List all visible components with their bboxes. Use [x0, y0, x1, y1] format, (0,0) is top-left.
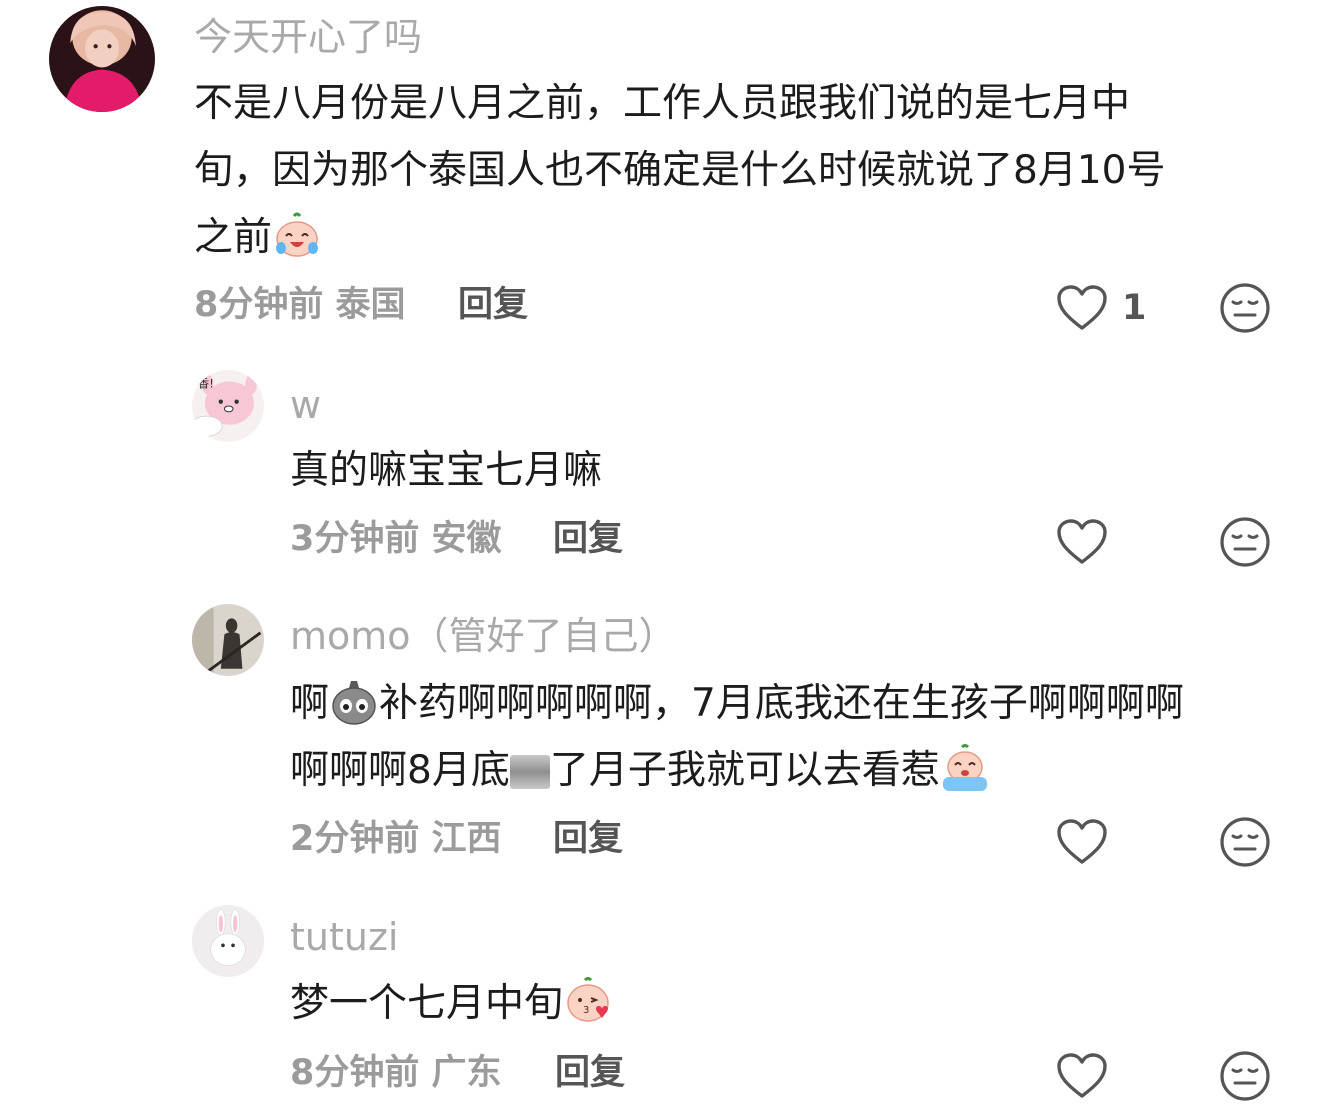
blowing-kiss-emoji-icon: 3	[567, 977, 609, 1022]
neutral-face-icon[interactable]	[1219, 816, 1271, 868]
comment-text-line: 梦一个七月中旬 3	[290, 970, 1270, 1037]
comment-text: 啊 补药啊啊啊啊啊，7月底我还在生孩子啊啊啊啊 啊啊啊8月底 了月子我就可以去看惹	[290, 670, 1270, 804]
reply-button[interactable]: 回复	[555, 1056, 625, 1091]
comment-location: 泰国	[335, 285, 406, 325]
username[interactable]: tutuzi	[290, 918, 398, 956]
like-button[interactable]	[1056, 1052, 1108, 1100]
comment-meta: 2分钟前 江西	[290, 822, 502, 857]
comment-time: 3分钟前	[290, 519, 420, 559]
svg-text:3: 3	[583, 1005, 589, 1016]
comment-text-line: 之前	[194, 204, 1274, 271]
comment-text: 不是八月份是八月之前，工作人员跟我们说的是七月中 旬，因为那个泰国人也不确定是什…	[194, 70, 1274, 271]
reply-button[interactable]: 回复	[553, 522, 623, 557]
comment-text-line: 啊 补药啊啊啊啊啊，7月底我还在生孩子啊啊啊啊	[290, 670, 1270, 737]
like-count: 1	[1122, 288, 1147, 328]
comment-text-fragment: 之前	[194, 215, 273, 260]
comment-meta: 8分钟前 泰国	[194, 288, 406, 323]
neutral-face-icon[interactable]	[1219, 1050, 1271, 1102]
comment-text-line: 啊啊啊8月底 了月子我就可以去看惹	[290, 737, 1270, 804]
username[interactable]: momo（管好了自己）	[290, 617, 677, 655]
comment-location: 广东	[431, 1053, 502, 1093]
avatar[interactable]	[192, 604, 264, 676]
comment-text-fragment: 了月子我就可以去看惹	[549, 748, 940, 793]
censored-character	[509, 755, 550, 789]
comment-text-line: 真的嘛宝宝七月嘛	[290, 448, 603, 493]
like-button[interactable]: 1	[1056, 284, 1146, 332]
heart-outline-icon	[1057, 1053, 1107, 1098]
heart-outline-icon	[1057, 819, 1107, 864]
reply-button[interactable]: 回复	[458, 288, 528, 323]
comment-text-fragment: 啊	[290, 681, 330, 726]
neutral-face-icon[interactable]	[1219, 282, 1271, 334]
pill-emoji-icon	[332, 681, 376, 725]
svg-text:香!: 香!	[198, 376, 214, 390]
avatar[interactable]: 香!	[192, 370, 264, 442]
username[interactable]: 今天开心了吗	[194, 18, 422, 56]
comment-meta: 3分钟前 安徽	[290, 522, 502, 557]
crying-face-emoji-icon	[942, 744, 987, 791]
avatar[interactable]	[49, 6, 155, 112]
heart-outline-icon	[1057, 519, 1107, 564]
comment-text-line: 旬，因为那个泰国人也不确定是什么时候就说了8月10号	[194, 148, 1166, 193]
comment-text-line: 不是八月份是八月之前，工作人员跟我们说的是七月中	[194, 81, 1131, 126]
comment-text-fragment: 啊啊啊8月底	[290, 748, 510, 793]
heart-outline-icon	[1057, 285, 1107, 330]
comment-text: 梦一个七月中旬 3	[290, 970, 1270, 1037]
comment-location: 安徽	[431, 519, 502, 559]
comment-text: 真的嘛宝宝七月嘛	[290, 437, 1270, 504]
reply-button[interactable]: 回复	[553, 822, 623, 857]
crying-laughing-emoji-icon	[276, 212, 319, 257]
neutral-face-icon[interactable]	[1219, 516, 1271, 568]
comment-location: 江西	[431, 819, 502, 859]
avatar[interactable]	[192, 905, 264, 977]
like-button[interactable]	[1056, 518, 1108, 566]
like-button[interactable]	[1056, 818, 1108, 866]
username[interactable]: w	[290, 386, 321, 424]
comment-text-fragment: 梦一个七月中旬	[290, 981, 564, 1026]
comment-text-fragment: 补药啊啊啊啊啊，7月底我还在生孩子啊啊啊啊	[379, 681, 1184, 726]
comment-time: 2分钟前	[290, 819, 420, 859]
comment-time: 8分钟前	[194, 285, 324, 325]
comment-meta: 8分钟前 广东	[290, 1056, 502, 1091]
comment-time: 8分钟前	[290, 1053, 420, 1093]
